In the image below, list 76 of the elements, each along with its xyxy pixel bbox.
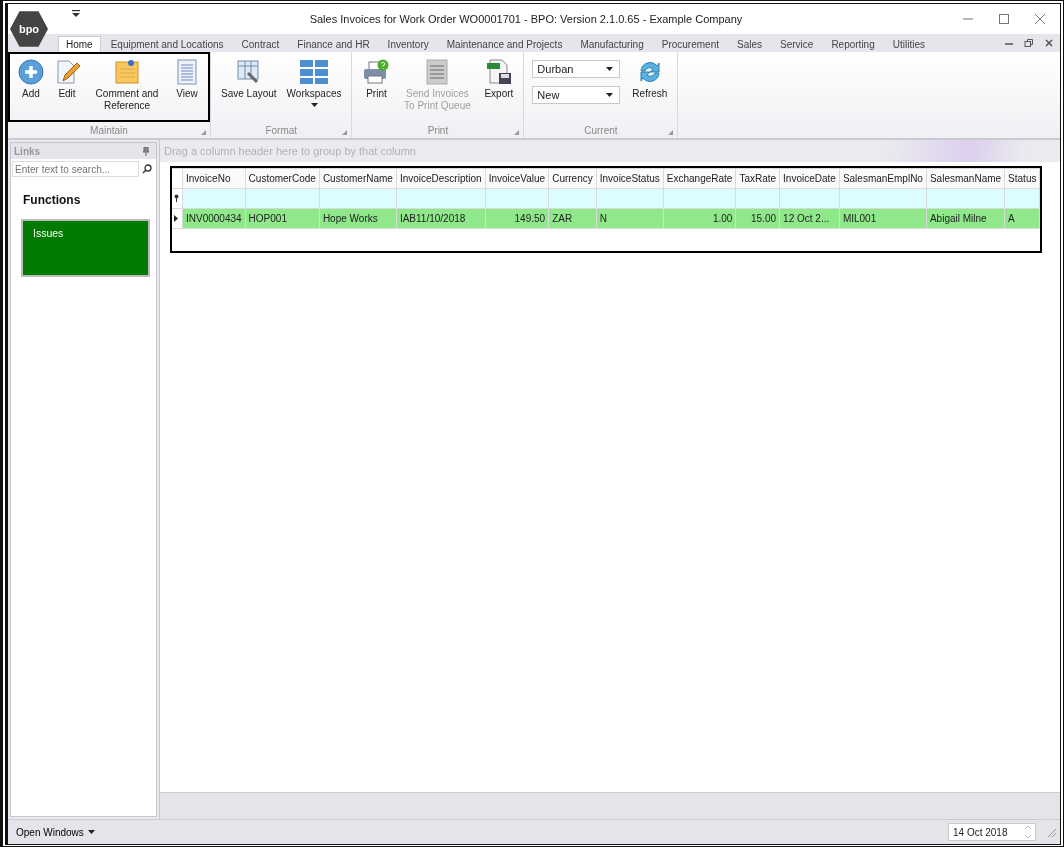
window-title: Sales Invoices for Work Order WO0001701 - BPO: Version 2.1.0.65 - Example Company	[308, 13, 744, 25]
column-header[interactable]: TaxRate	[735, 168, 780, 189]
dropdown-field[interactable]: Durban	[532, 60, 621, 78]
ribbon-button[interactable]: Save Layout	[217, 56, 281, 103]
document-lines-icon	[174, 59, 200, 85]
resize-grip-icon[interactable]	[1046, 827, 1056, 837]
section-heading: Functions	[22, 192, 82, 209]
ribbon-tab[interactable]: Manufacturing	[572, 36, 652, 52]
restore-icon[interactable]	[1024, 38, 1034, 48]
maximize-icon[interactable]	[998, 13, 1010, 25]
search-field[interactable]: Enter text to search...	[12, 161, 139, 177]
ribbon-tab[interactable]: Home	[58, 36, 101, 52]
caret-icon	[310, 103, 318, 107]
spreadsheet-disk-icon	[485, 59, 512, 85]
ribbon-tab[interactable]: Utilities	[884, 36, 933, 52]
ribbon-tab[interactable]: Inventory	[379, 36, 437, 52]
logo-text: bpo	[18, 23, 40, 35]
column-header[interactable]: CustomerCode	[245, 168, 320, 189]
spin-arrows-icon[interactable]	[1025, 825, 1031, 839]
ribbon-button[interactable]: Edit	[50, 56, 84, 103]
ribbon-button[interactable]: Export	[480, 56, 518, 103]
column-header[interactable]: SalesmanName	[926, 168, 1005, 189]
stack-icon	[424, 59, 451, 85]
ribbon-tab[interactable]: Contract	[233, 36, 288, 52]
open-windows-button[interactable]: Open Windows	[16, 826, 95, 838]
ribbon-button[interactable]: View	[170, 56, 204, 103]
column-header[interactable]: InvoiceDate	[779, 168, 840, 189]
caret-icon	[87, 830, 95, 834]
printer-icon	[362, 59, 391, 85]
dialog-launcher-icon[interactable]	[201, 130, 206, 135]
column-header[interactable]: Currency	[548, 168, 597, 189]
filter-icon	[174, 194, 179, 202]
column-header[interactable]: ExchangeRate	[663, 168, 736, 189]
ribbon-button[interactable]: Comment and Reference	[86, 56, 168, 115]
plus-circle-icon	[18, 59, 44, 85]
column-header[interactable]: InvoiceStatus	[596, 168, 664, 189]
dropdown-caret-icon	[606, 93, 614, 97]
group-label: Current	[584, 124, 618, 136]
table-wrench-icon	[235, 59, 262, 85]
group-label: Maintain	[90, 124, 128, 136]
ribbon-button[interactable]: Add	[14, 56, 48, 103]
column-header[interactable]: InvoiceNo	[182, 168, 246, 189]
row-pointer-icon	[174, 215, 178, 222]
pin-icon[interactable]	[142, 146, 150, 156]
column-header[interactable]: InvoiceValue	[485, 168, 549, 189]
column-header[interactable]: CustomerName	[319, 168, 397, 189]
ribbon-button[interactable]: Workspaces	[282, 56, 346, 110]
group-label: Print	[427, 124, 449, 136]
group-label: Format	[265, 124, 298, 136]
ribbon-tab[interactable]: Service	[772, 36, 822, 52]
ribbon-tab[interactable]: Reporting	[823, 36, 883, 52]
column-header[interactable]: InvoiceDescription	[396, 168, 486, 189]
dialog-launcher-icon[interactable]	[342, 130, 348, 135]
ribbon-tab[interactable]: Procurement	[653, 36, 727, 52]
ribbon-button[interactable]: Refresh	[628, 56, 672, 103]
ribbon-button[interactable]: Print	[358, 56, 395, 103]
ribbon-tab[interactable]: Finance and HR	[289, 36, 378, 52]
grid-tiles-icon	[299, 59, 330, 85]
ribbon-tab[interactable]: Sales	[729, 36, 770, 52]
ribbon-tab[interactable]: Equipment and Locations	[102, 36, 232, 52]
dialog-launcher-icon[interactable]	[514, 130, 520, 135]
quick-access-caret-icon[interactable]	[72, 10, 80, 17]
search-icon	[142, 164, 152, 174]
close-icon[interactable]	[1044, 38, 1054, 48]
dropdown-field[interactable]: New	[532, 86, 621, 104]
date-field[interactable]: 14 Oct 2018	[948, 823, 1036, 841]
column-header[interactable]: Status	[1004, 168, 1040, 189]
ribbon-tab[interactable]: Maintenance and Projects	[438, 36, 571, 52]
close-icon[interactable]	[1034, 13, 1046, 25]
function-tile[interactable]: Issues	[21, 219, 150, 277]
panel-title: Links	[14, 145, 41, 157]
column-header[interactable]: SalesmanEmplNo	[839, 168, 927, 189]
dropdown-caret-icon	[606, 67, 614, 71]
note-pin-icon	[114, 59, 140, 85]
dialog-launcher-icon[interactable]	[668, 130, 674, 135]
pencil-page-icon	[54, 59, 80, 85]
